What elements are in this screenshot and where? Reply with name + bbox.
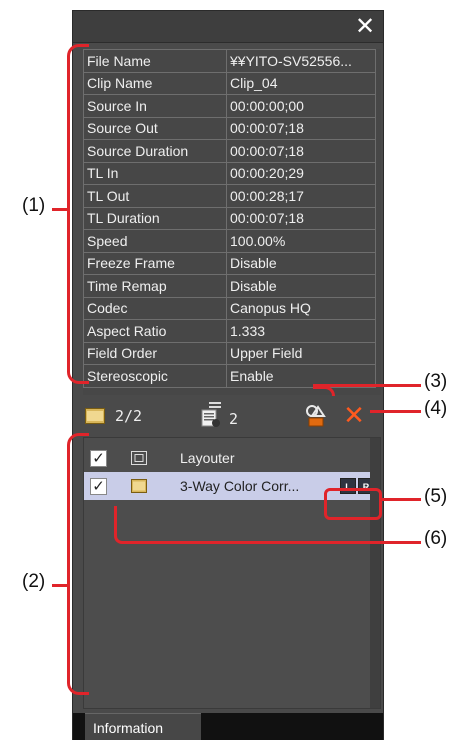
- property-value: Canopus HQ: [226, 296, 376, 320]
- filter-list-icon[interactable]: [201, 402, 223, 428]
- property-key: Codec: [83, 296, 227, 320]
- property-key: Time Remap: [83, 274, 227, 298]
- callout-2-bracket: [67, 433, 89, 695]
- callout-4: (4): [424, 398, 448, 419]
- property-value: 00:00:00;00: [226, 94, 376, 118]
- enable-checkbox[interactable]: ✓: [90, 478, 107, 495]
- callout-6: (6): [424, 528, 448, 549]
- property-value: Upper Field: [226, 341, 376, 365]
- callout-1: (1): [22, 195, 46, 216]
- property-value: ¥¥YITO-SV52556...: [226, 49, 376, 73]
- clip-count: 2/2: [115, 407, 143, 425]
- callout-1-line: [52, 208, 68, 211]
- property-key: File Name: [83, 49, 227, 73]
- property-row: TL Out 00:00:28;17: [83, 184, 376, 208]
- property-key: Source Duration: [83, 139, 227, 163]
- property-row: Speed 100.00%: [83, 229, 376, 253]
- property-key: Source In: [83, 94, 227, 118]
- properties-table: File Name ¥¥YITO-SV52556... Clip Name Clip_…: [83, 49, 376, 388]
- effect-label: Layouter: [180, 450, 235, 466]
- filter-count: 2: [229, 410, 239, 428]
- property-value: 1.333: [226, 319, 376, 343]
- property-row: TL Duration 00:00:07;18: [83, 206, 376, 230]
- callout-5: (5): [424, 486, 448, 507]
- delete-icon[interactable]: ✕: [341, 403, 367, 429]
- property-value: 100.00%: [226, 229, 376, 253]
- property-value: 00:00:07;18: [226, 139, 376, 163]
- property-row: File Name ¥¥YITO-SV52556...: [83, 49, 376, 73]
- property-value: Disable: [226, 274, 376, 298]
- property-row: TL In 00:00:20;29: [83, 161, 376, 185]
- callout-3: (3): [424, 371, 448, 392]
- layouter-icon: [131, 451, 147, 465]
- property-row: Source Duration 00:00:07;18: [83, 139, 376, 163]
- property-value: 00:00:07;18: [226, 116, 376, 140]
- property-key: TL In: [83, 161, 227, 185]
- callout-2-line: [52, 584, 68, 587]
- effect-row-layouter[interactable]: ✓ Layouter: [84, 444, 380, 472]
- panel-titlebar: ✕: [73, 11, 383, 43]
- property-row: Source Out 00:00:07;18: [83, 116, 376, 140]
- property-row: Freeze Frame Disable: [83, 251, 376, 275]
- effect-list-scrollbar[interactable]: [370, 438, 380, 708]
- tab-bar: Information: [73, 713, 383, 740]
- property-key: TL Out: [83, 184, 227, 208]
- property-value: 00:00:07;18: [226, 206, 376, 230]
- property-key: Speed: [83, 229, 227, 253]
- callout-1-bracket: [67, 44, 89, 384]
- tab-information[interactable]: Information: [85, 713, 201, 740]
- open-setting-icon[interactable]: [305, 404, 327, 428]
- property-row: Aspect Ratio 1.333: [83, 319, 376, 343]
- property-value: 00:00:20;29: [226, 161, 376, 185]
- close-button[interactable]: ✕: [353, 13, 377, 39]
- property-value: Disable: [226, 251, 376, 275]
- property-value: Clip_04: [226, 71, 376, 95]
- filter-icon: [131, 479, 147, 493]
- property-key: Source Out: [83, 116, 227, 140]
- clip-icon[interactable]: [85, 408, 105, 424]
- property-row: Field Order Upper Field: [83, 341, 376, 365]
- callout-4-line: [370, 410, 421, 413]
- property-value: 00:00:28;17: [226, 184, 376, 208]
- effect-list: ✓ Layouter ✓ 3-Way Color Corr... L R: [83, 437, 381, 709]
- property-row: Codec Canopus HQ: [83, 296, 376, 320]
- property-row: Source In 00:00:00;00: [83, 94, 376, 118]
- callout-6-bracket: [114, 506, 130, 544]
- callout-3-line: [313, 384, 421, 387]
- information-area: File Name ¥¥YITO-SV52556... Clip Name Clip_…: [83, 49, 381, 395]
- property-key: Stereoscopic: [83, 364, 227, 388]
- property-key: Clip Name: [83, 71, 227, 95]
- property-key: TL Duration: [83, 206, 227, 230]
- property-row: Clip Name Clip_04: [83, 71, 376, 95]
- property-key: Freeze Frame: [83, 251, 227, 275]
- enable-checkbox[interactable]: ✓: [90, 450, 107, 467]
- callout-5-line: [382, 498, 421, 501]
- property-key: Field Order: [83, 341, 227, 365]
- palette-toolbar: 2/2 2 ✕: [73, 397, 383, 435]
- clip-properties-panel: ✕ File Name ¥¥YITO-SV52556... Clip Name Cli…: [72, 10, 384, 740]
- callout-6-line: [128, 541, 421, 544]
- property-row: Time Remap Disable: [83, 274, 376, 298]
- effect-label: 3-Way Color Corr...: [180, 478, 300, 494]
- property-key: Aspect Ratio: [83, 319, 227, 343]
- callout-2: (2): [22, 571, 46, 592]
- callout-5-box: [324, 488, 382, 520]
